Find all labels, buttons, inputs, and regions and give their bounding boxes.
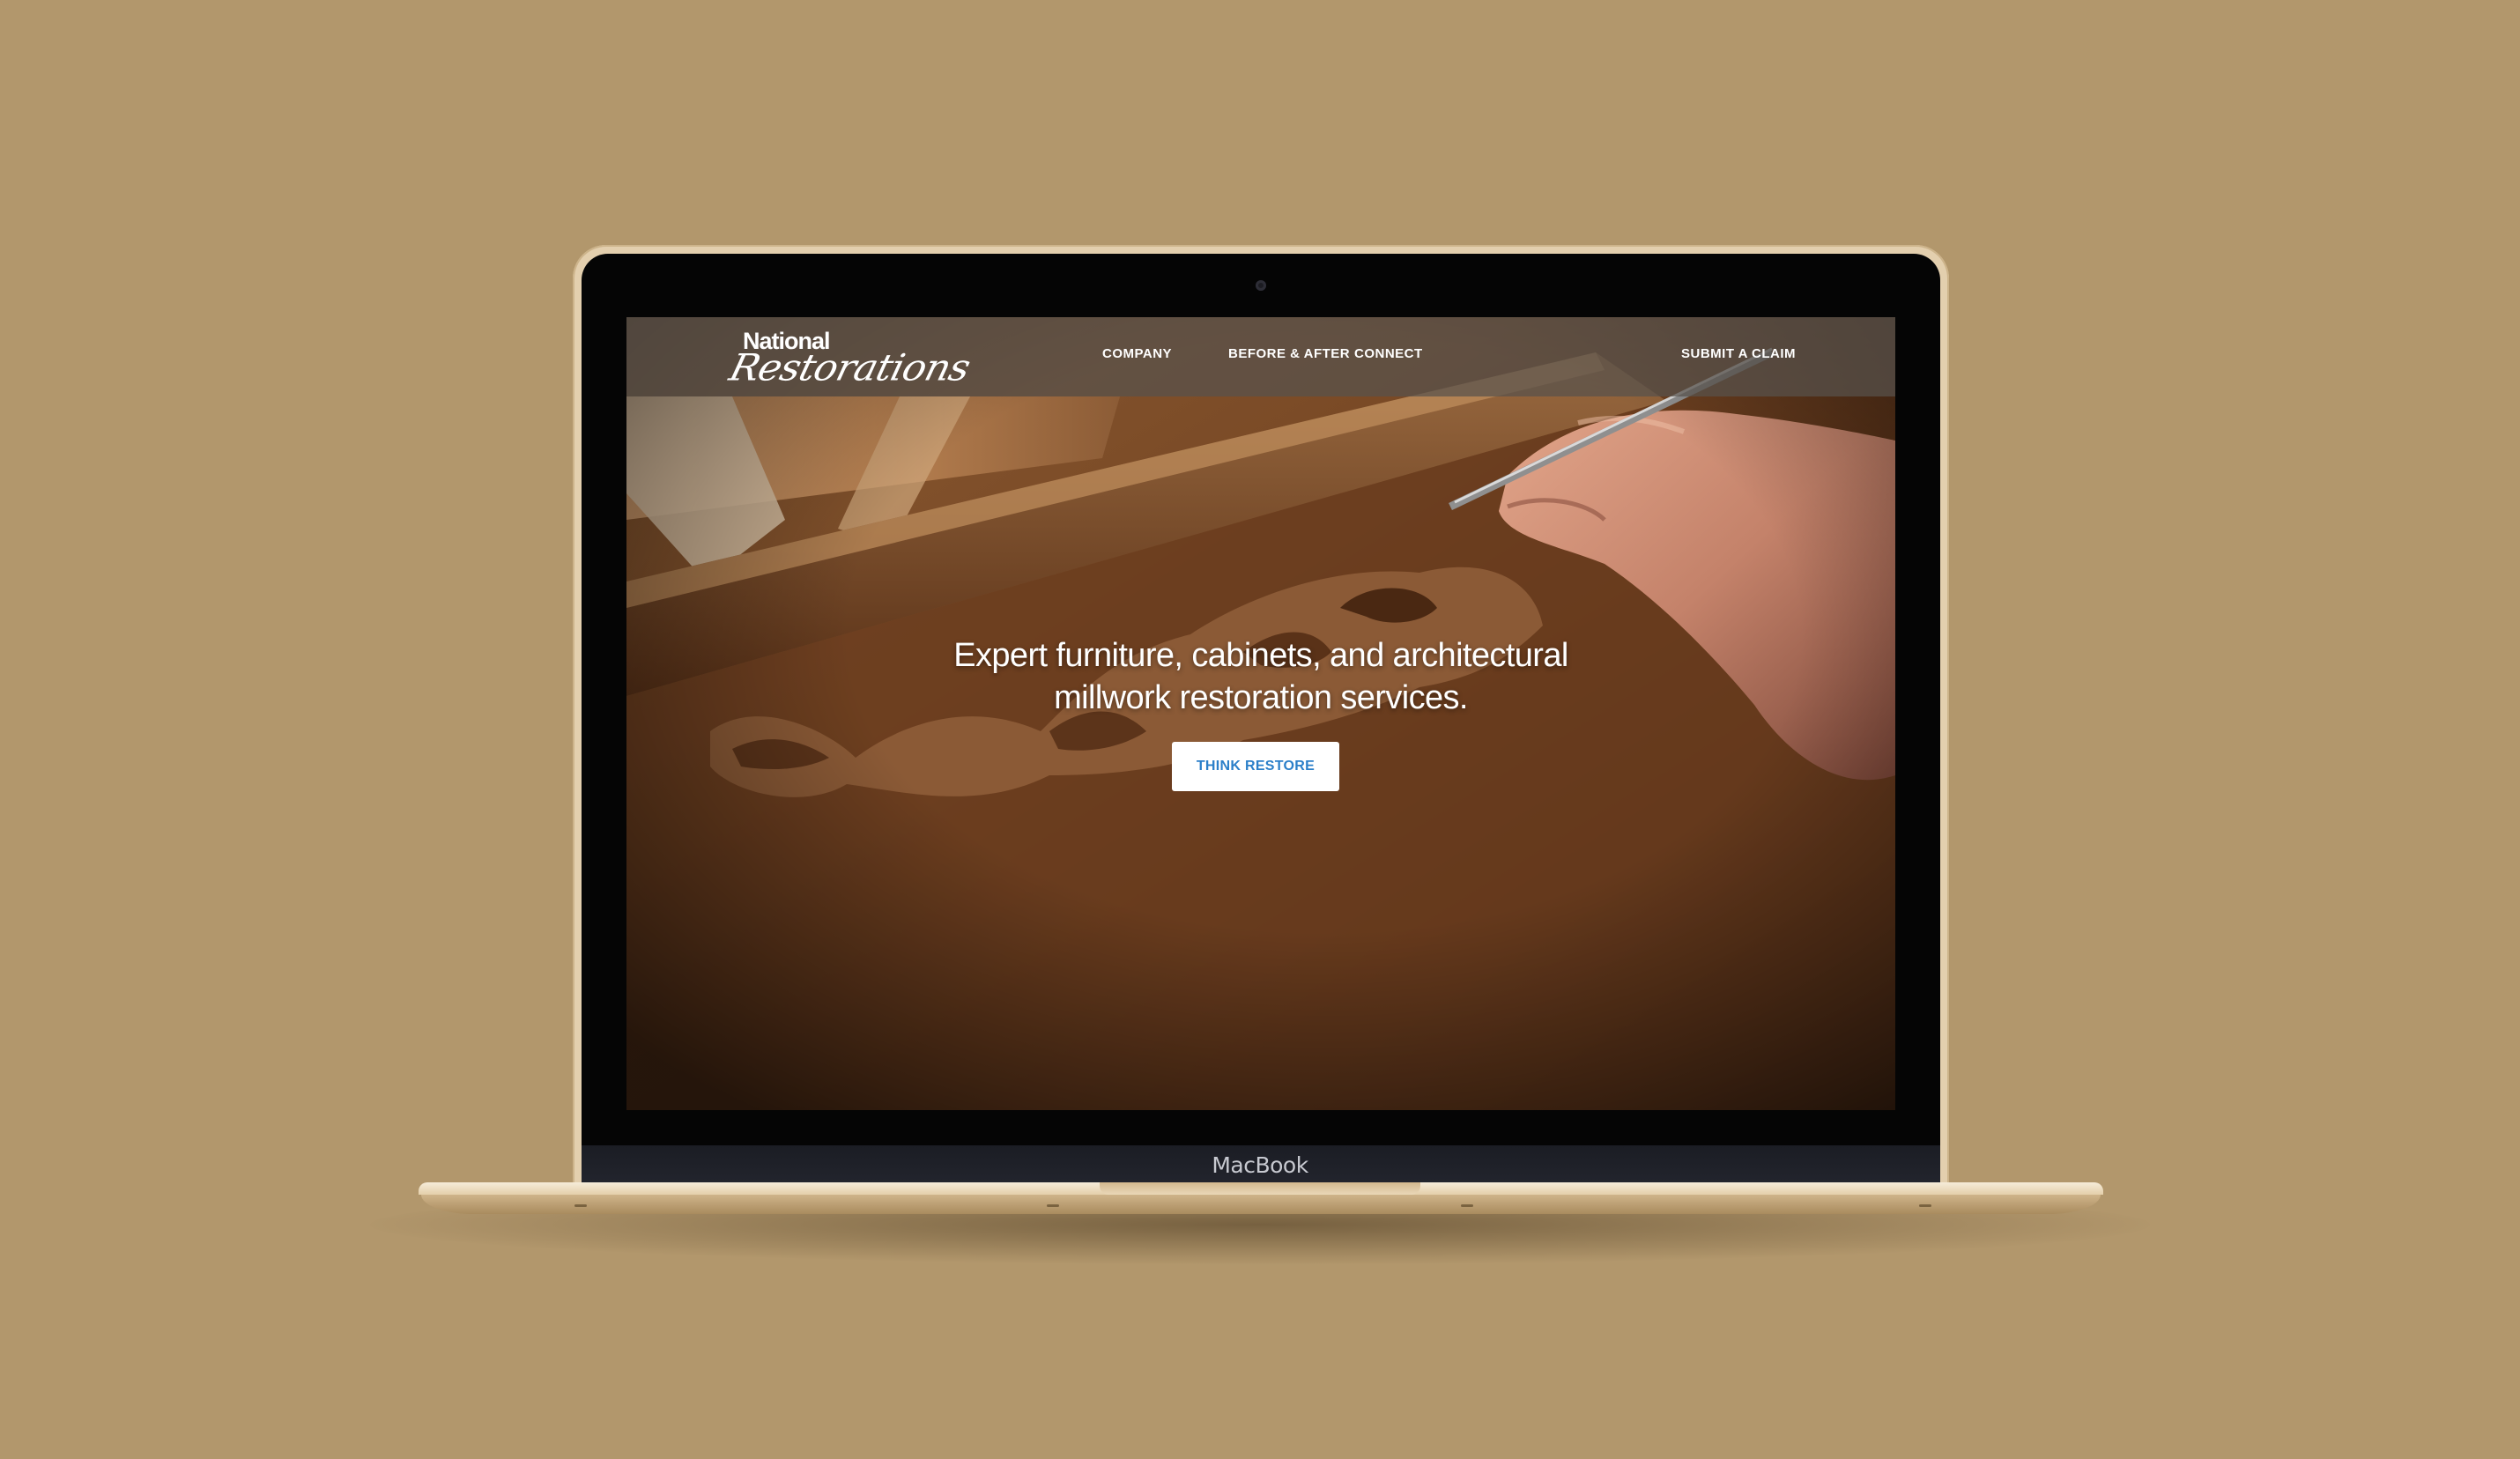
laptop-foot	[1047, 1204, 1059, 1207]
nav-connect-link[interactable]: CONNECT	[1354, 346, 1423, 361]
laptop-base-bottom	[421, 1195, 2101, 1214]
laptop-foot	[574, 1204, 587, 1207]
nav-company-link[interactable]: COMPANY	[1102, 346, 1172, 361]
hero-headline: Expert furniture, cabinets, and architec…	[864, 634, 1657, 719]
laptop-foot	[1919, 1204, 1931, 1207]
website-screen: National Restorations COMPANY BEFORE & A…	[626, 317, 1895, 1110]
camera-icon	[1256, 280, 1266, 291]
nav-submit-claim-link[interactable]: SUBMIT A CLAIM	[1681, 346, 1796, 361]
site-logo[interactable]: National Restorations	[725, 324, 974, 393]
nav-before-after-link[interactable]: BEFORE & AFTER	[1228, 346, 1350, 361]
logo-restorations-text: Restorations	[724, 346, 975, 389]
think-restore-button[interactable]: THINK RESTORE	[1172, 742, 1339, 791]
hero-headline-line2: millwork restoration services.	[1054, 679, 1468, 716]
laptop-foot	[1461, 1204, 1473, 1207]
laptop-hinge-notch	[1100, 1182, 1420, 1195]
hero-headline-line1: Expert furniture, cabinets, and architec…	[953, 637, 1568, 674]
macbook-label: MacBook	[1212, 1152, 1308, 1178]
